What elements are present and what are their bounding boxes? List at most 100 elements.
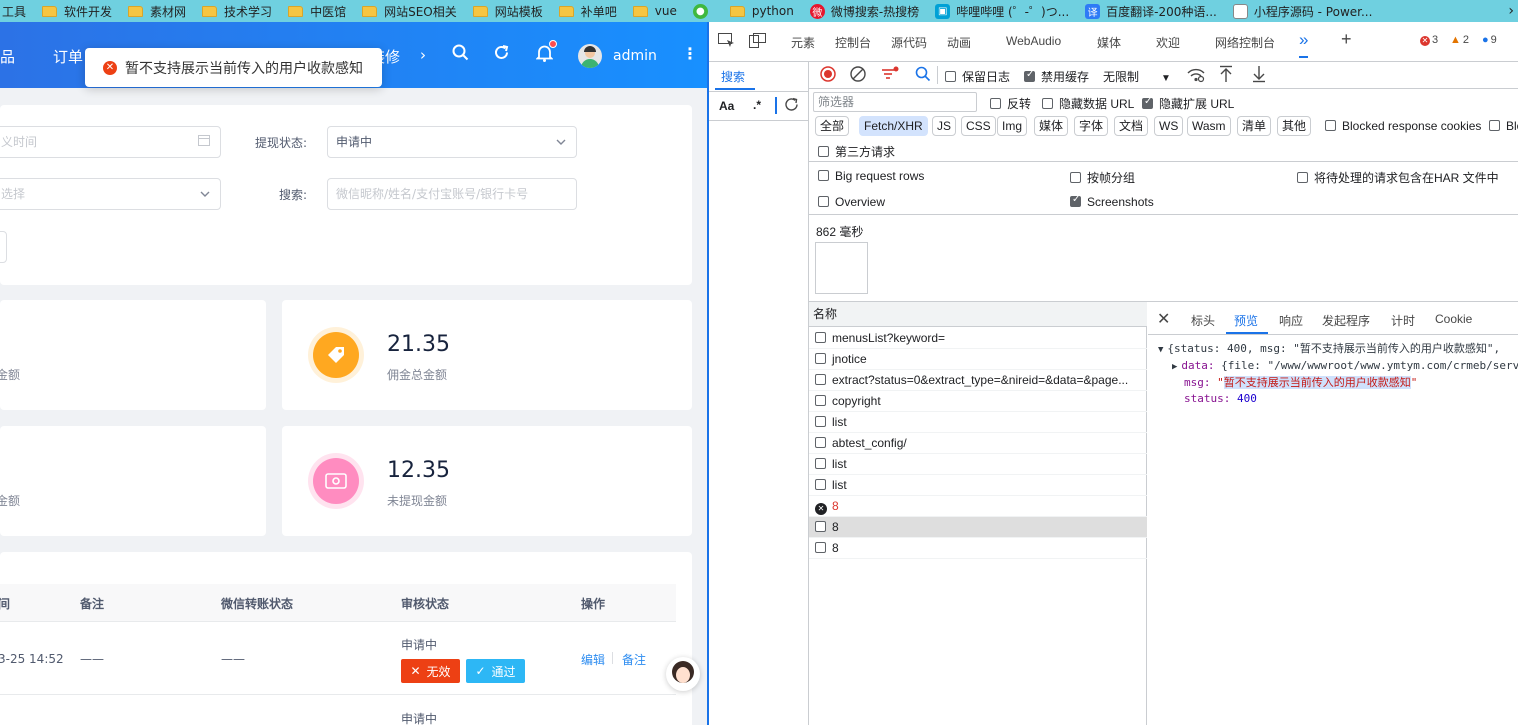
bookmark-vue[interactable]: vue — [632, 0, 677, 22]
approve-button[interactable]: ✓ 通过 — [466, 659, 525, 683]
bookmark-templates[interactable]: 网站模板 — [472, 0, 543, 22]
request-row[interactable]: jnotice — [809, 349, 1147, 370]
tab-webaudio[interactable]: WebAudio — [1006, 34, 1061, 48]
chevron-right-icon[interactable]: › — [1508, 0, 1514, 22]
tab-media[interactable]: 媒体 — [1097, 34, 1121, 51]
warning-badge[interactable]: ▲ 2 — [1450, 34, 1469, 46]
type-all[interactable]: 全部 — [815, 116, 850, 136]
add-tab-icon[interactable]: + — [1341, 29, 1352, 50]
type-select[interactable]: 选择 — [0, 178, 221, 210]
throttle-select[interactable]: 无限制 ▼ — [1103, 68, 1171, 85]
type-other[interactable]: 其他 — [1277, 116, 1312, 136]
inspect-icon[interactable] — [718, 33, 735, 51]
bookmark-tech-learning[interactable]: 技术学习 — [202, 0, 272, 22]
type-fetch-xhr[interactable]: Fetch/XHR — [859, 116, 928, 136]
chevron-right-icon[interactable]: › — [420, 46, 426, 64]
match-case-toggle[interactable]: Aa — [719, 99, 734, 113]
type-css[interactable]: CSS — [961, 116, 996, 136]
tab-search[interactable]: 搜索 — [721, 68, 745, 85]
screenshots-checkbox[interactable]: Screenshots — [1070, 194, 1154, 209]
type-media[interactable]: 媒体 — [1034, 116, 1069, 136]
request-row[interactable]: 8 — [809, 538, 1147, 559]
request-row[interactable]: list — [809, 412, 1147, 433]
export-har-icon[interactable] — [1252, 65, 1266, 86]
bookmark-mini-program[interactable]: 小程序源码 - Power... — [1232, 0, 1372, 22]
refresh-icon[interactable] — [783, 96, 800, 116]
info-badge[interactable]: ● 9 — [1482, 34, 1497, 46]
hide-data-urls-checkbox[interactable]: 隐藏数据 URL — [1042, 95, 1134, 112]
request-row[interactable]: extract?status=0&extract_type=&nireid=&d… — [809, 370, 1147, 391]
device-toggle-icon[interactable] — [749, 33, 766, 51]
tab-timing[interactable]: 计时 — [1391, 312, 1415, 329]
disable-cache-checkbox[interactable]: 禁用缓存 — [1024, 68, 1089, 85]
bookmark-budanba[interactable]: 补单吧 — [558, 0, 617, 22]
screenshot-thumbnail[interactable] — [815, 242, 868, 294]
request-row-selected[interactable]: 8 — [809, 517, 1147, 538]
nav-item-orders[interactable]: 订单 — [53, 46, 83, 67]
tab-headers[interactable]: 标头 — [1191, 312, 1215, 329]
type-ws[interactable]: WS — [1154, 116, 1184, 136]
type-doc[interactable]: 文档 — [1114, 116, 1149, 136]
tab-initiator[interactable]: 发起程序 — [1322, 312, 1370, 329]
request-row[interactable]: list — [809, 454, 1147, 475]
bookmark-assets[interactable]: 素材网 — [128, 0, 186, 22]
request-row-error[interactable]: ✕ 8 — [809, 496, 1147, 517]
import-har-icon[interactable] — [1219, 65, 1233, 86]
bookmark-bilibili[interactable]: ▣ 哔哩哔哩 (゜-゜)つ... — [935, 0, 1069, 22]
record-icon[interactable] — [820, 66, 836, 85]
bookmark-weibo[interactable]: 微微博搜索-热搜榜 — [809, 0, 919, 22]
blocked-cookies-checkbox[interactable]: Blocked response cookies — [1325, 119, 1481, 133]
clear-icon[interactable] — [850, 66, 866, 85]
preserve-log-checkbox[interactable]: 保留日志 — [945, 68, 1010, 85]
error-badge[interactable]: ✕ 3 — [1420, 34, 1438, 46]
request-row[interactable]: menusList?keyword= — [809, 328, 1147, 349]
edit-link[interactable]: 编辑 — [581, 651, 605, 668]
bookmark-baidu-translate[interactable]: 译百度翻译-200种语... — [1085, 0, 1217, 22]
date-range-input[interactable]: 义时间 — [0, 126, 221, 158]
assistant-avatar-icon[interactable] — [666, 657, 700, 691]
bookmark-seo[interactable]: 网站SEO相关 — [362, 0, 457, 22]
big-request-rows-checkbox[interactable]: Big request rows — [818, 169, 924, 183]
har-pending-checkbox[interactable]: 将待处理的请求包含在HAR 文件中 — [1297, 169, 1499, 186]
tab-elements[interactable]: 元素 — [791, 34, 815, 51]
type-wasm[interactable]: Wasm — [1187, 116, 1231, 136]
search-input[interactable]: 微信昵称/姓名/支付宝账号/银行卡号 — [327, 178, 577, 210]
tab-cookies[interactable]: Cookie — [1435, 312, 1472, 326]
nav-item-goods[interactable]: 品 — [0, 46, 15, 67]
tab-welcome[interactable]: 欢迎 — [1156, 34, 1180, 51]
group-by-frame-checkbox[interactable]: 按帧分组 — [1070, 169, 1135, 186]
preview-data-node[interactable]: ▶ data: {file: "/www/wwwroot/www.ymtym.co… — [1158, 358, 1518, 375]
status-select[interactable]: 申请中 — [327, 126, 577, 158]
request-row[interactable]: copyright — [809, 391, 1147, 412]
search-icon[interactable] — [915, 66, 931, 85]
reject-button[interactable]: ✕ 无效 — [401, 659, 460, 683]
filter-icon[interactable] — [881, 66, 899, 85]
preview-status-node[interactable]: status: 400 — [1158, 391, 1518, 407]
request-row[interactable]: list — [809, 475, 1147, 496]
type-manifest[interactable]: 清单 — [1237, 116, 1272, 136]
invert-checkbox[interactable]: 反转 — [990, 95, 1031, 112]
tab-response[interactable]: 响应 — [1279, 312, 1303, 329]
preview-root[interactable]: ▼ {status: 400, msg: "暂不支持展示当前传入的用户收款感知", — [1158, 341, 1518, 358]
tab-sources[interactable]: 源代码 — [891, 34, 927, 51]
note-link[interactable]: 备注 — [622, 651, 646, 668]
search-icon[interactable] — [452, 44, 469, 66]
search-button[interactable] — [0, 231, 7, 263]
column-name[interactable]: 名称 — [813, 307, 837, 321]
more-tabs-icon[interactable]: » — [1299, 30, 1309, 58]
bookmark-tcm[interactable]: 中医馆 — [288, 0, 346, 22]
bookmark-tools[interactable]: 工具 — [2, 0, 26, 22]
request-row[interactable]: abtest_config/ — [809, 433, 1147, 454]
tab-console[interactable]: 控制台 — [835, 34, 871, 51]
tab-preview[interactable]: 预览 — [1234, 312, 1258, 329]
blocked-requests-checkbox[interactable]: Blo — [1489, 119, 1518, 133]
type-img[interactable]: Img — [997, 116, 1028, 136]
close-icon[interactable]: ✕ — [1157, 309, 1170, 329]
tab-network-console[interactable]: 网络控制台 — [1215, 34, 1275, 51]
hide-extension-urls-checkbox[interactable]: 隐藏扩展 URL — [1142, 95, 1234, 112]
tab-animations[interactable]: 动画 — [947, 34, 971, 51]
preview-msg-node[interactable]: msg: "暂不支持展示当前传入的用户收款感知" — [1158, 375, 1518, 391]
network-conditions-icon[interactable] — [1187, 67, 1205, 86]
overview-checkbox[interactable]: Overview — [818, 195, 885, 209]
bookmark-software-dev[interactable]: 软件开发 — [42, 0, 112, 22]
